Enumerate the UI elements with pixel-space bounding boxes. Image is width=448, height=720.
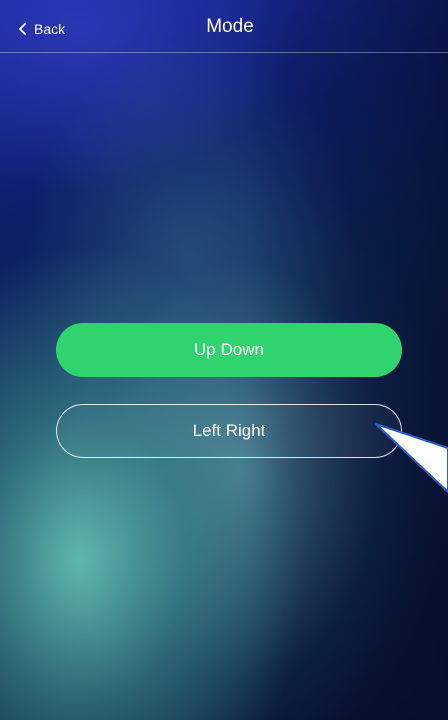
annotation-arrow-icon bbox=[375, 423, 448, 493]
mode-screen: Back Mode Up Down Left Right bbox=[0, 0, 448, 720]
